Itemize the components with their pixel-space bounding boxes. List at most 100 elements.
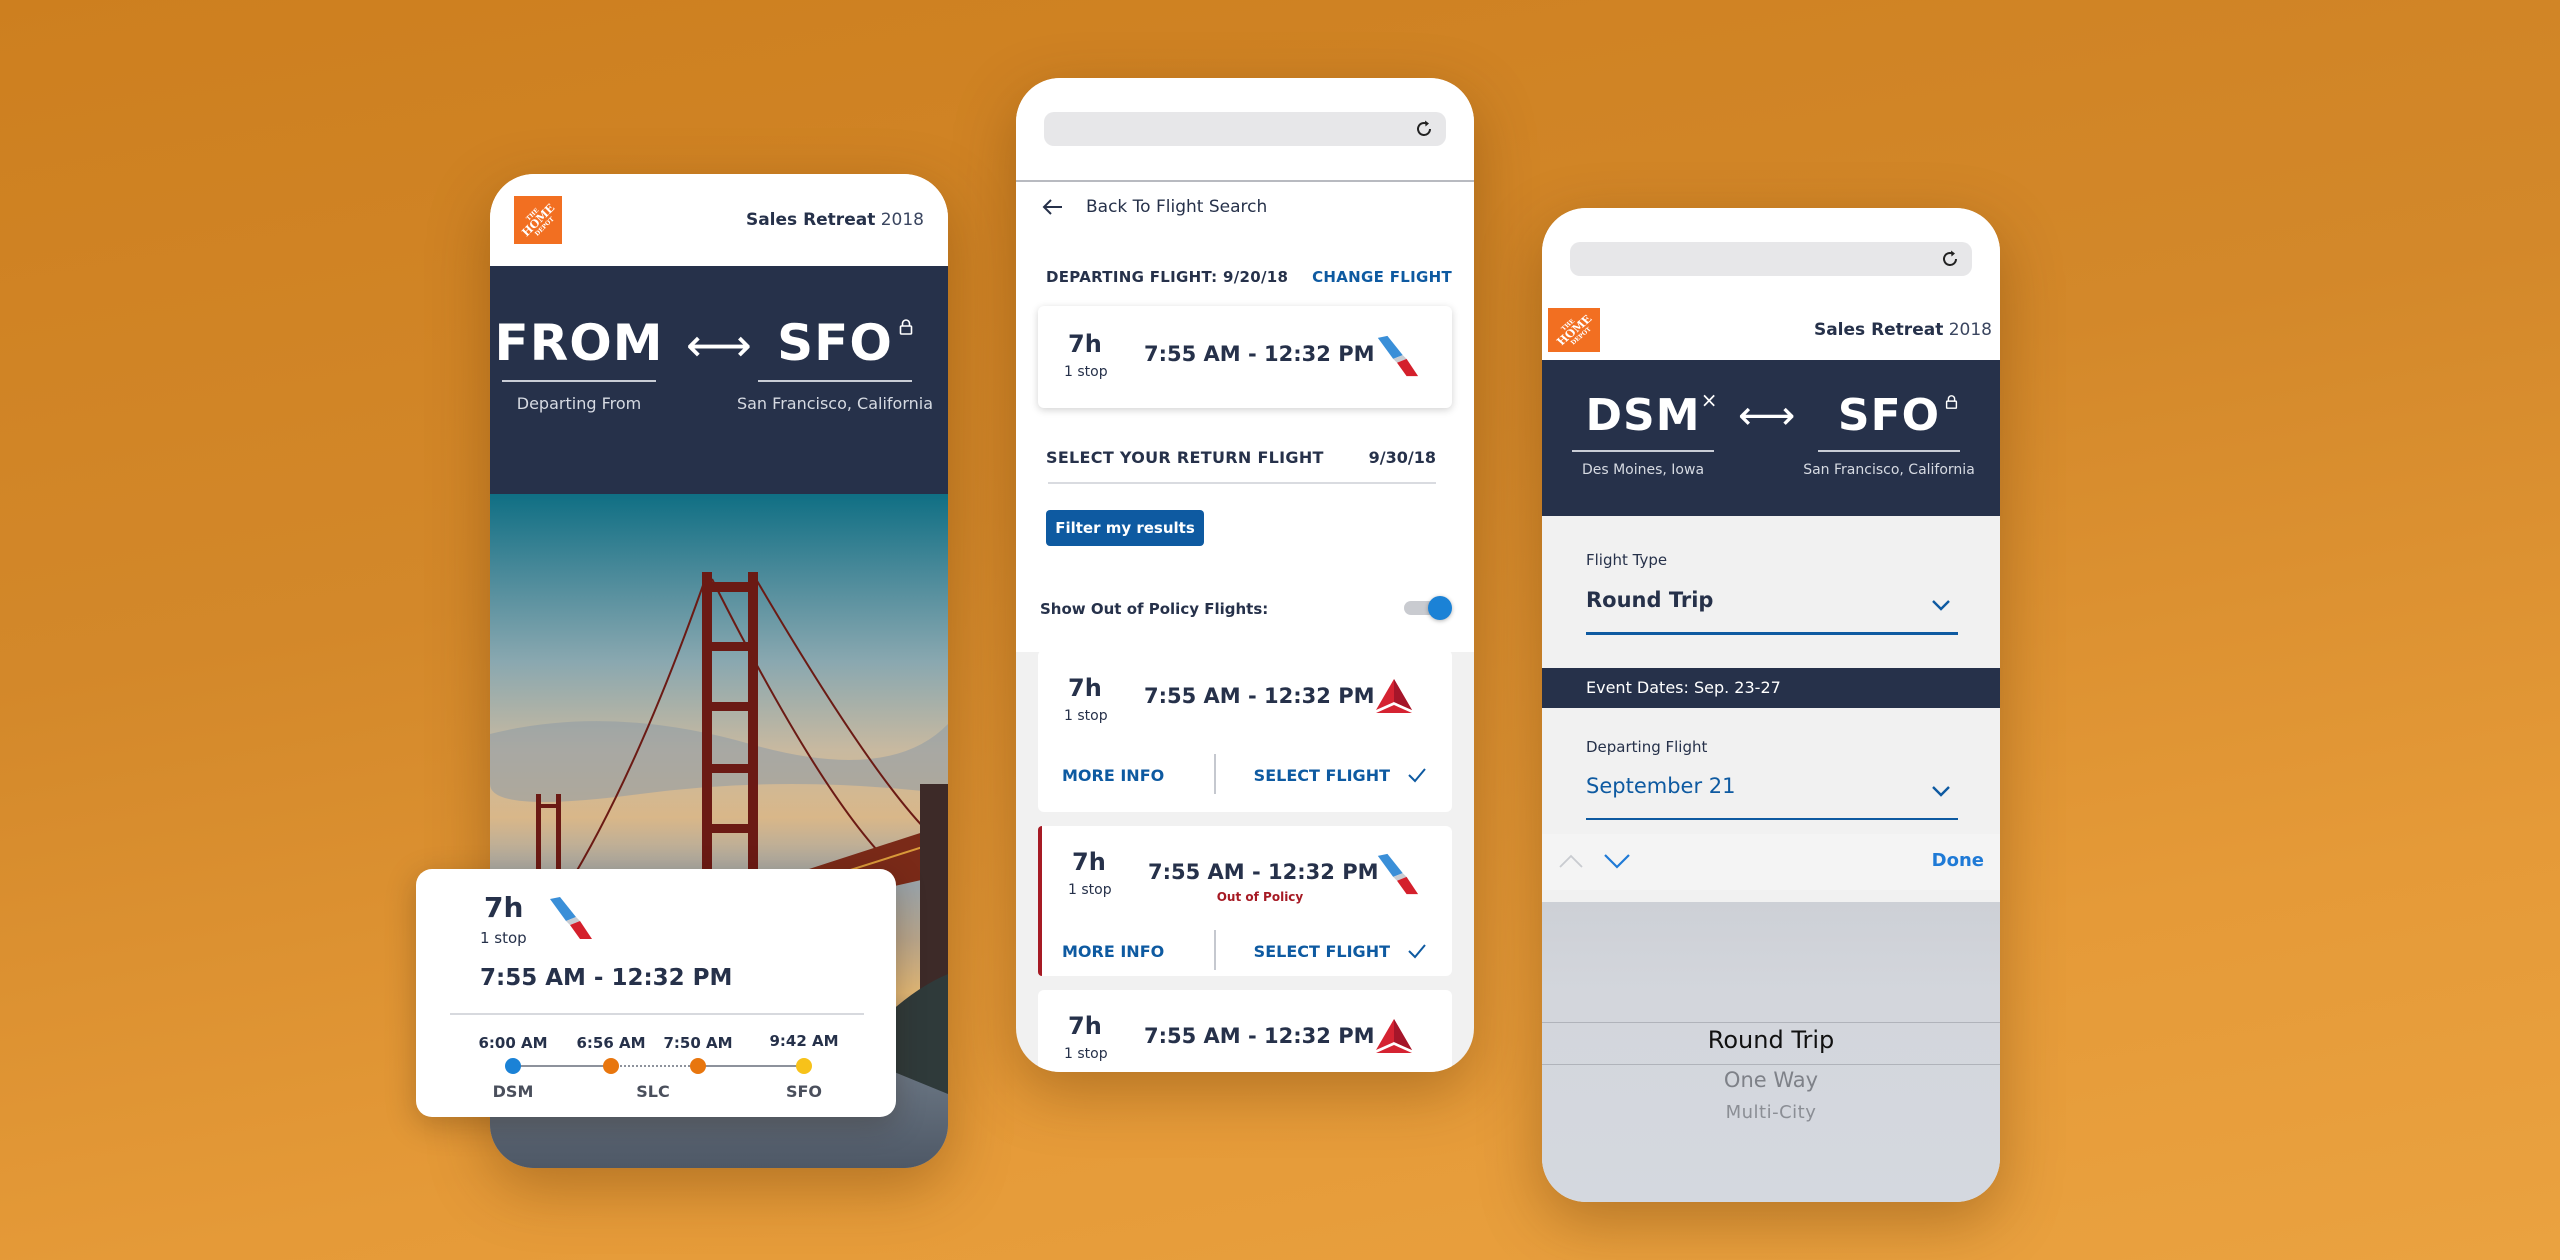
more-info-link[interactable]: MORE INFO (1062, 766, 1164, 785)
origin-dot (505, 1058, 521, 1074)
divider (1048, 482, 1436, 484)
summary-section (1016, 232, 1474, 652)
timeline-segment (698, 1065, 804, 1067)
origin-subtitle: Departing From (516, 394, 642, 413)
previous-field-icon[interactable] (1558, 850, 1584, 872)
flight-stops: 1 stop (1064, 1046, 1108, 1062)
flight-actions: MORE INFO SELECT FLIGHT (1038, 754, 1452, 798)
flight-timeline: 6:00 AM 6:56 AM 7:50 AM 9:42 AM DSM SLC … (416, 1032, 896, 1114)
browser-chrome: THE HOME DEPOT Sales Retreat 2018 (1542, 208, 2000, 360)
american-airlines-logo-icon (1377, 853, 1419, 895)
reload-icon[interactable] (1412, 117, 1436, 141)
flight-result-card[interactable]: 7h 1 stop 7:55 AM - 12:32 PM (1038, 990, 1452, 1072)
back-arrow-icon[interactable] (1040, 194, 1066, 220)
out-of-policy-toggle-label: Show Out of Policy Flights: (1040, 600, 1269, 618)
flight-type-picker[interactable]: Round Trip One Way Multi-City (1542, 902, 2000, 1202)
destination-field[interactable]: SFO San Francisco, California (737, 318, 933, 413)
checkmark-icon[interactable] (1406, 764, 1428, 786)
picker-option[interactable]: Multi-City (1542, 1102, 2000, 1123)
event-year: 2018 (1948, 320, 1992, 340)
next-field-icon[interactable] (1602, 850, 1632, 872)
more-info-link[interactable]: MORE INFO (1062, 942, 1164, 961)
flight-detail-card[interactable]: 7h 1 stop 7:55 AM - 12:32 PM 6:00 AM 6:5… (416, 869, 896, 1117)
departing-label-text: DEPARTING FLIGHT: (1046, 268, 1218, 286)
timeline-airport: SLC (636, 1082, 670, 1101)
checkmark-icon[interactable] (1406, 940, 1428, 962)
timeline-segment (513, 1065, 611, 1067)
change-flight-link[interactable]: CHANGE FLIGHT (1312, 268, 1452, 286)
destination-code-text: SFO (777, 314, 893, 372)
flight-stops: 1 stop (480, 929, 527, 947)
back-to-search-link[interactable]: Back To Flight Search (1016, 182, 1474, 232)
swap-arrow-icon[interactable]: ⟷ (686, 322, 752, 368)
departing-flight-underline (1586, 818, 1958, 820)
home-depot-logo: THE HOME DEPOT (1548, 308, 1600, 352)
american-airlines-logo-icon (550, 897, 592, 939)
flight-duration: 7h (1068, 1012, 1102, 1040)
select-flight-button[interactable]: SELECT FLIGHT (1254, 766, 1390, 785)
departing-date: 9/20/18 (1223, 268, 1289, 286)
chevron-down-icon[interactable] (1930, 780, 1952, 802)
phone-flight-results: Back To Flight Search DEPARTING FLIGHT: … (1016, 78, 1474, 1072)
browser-chrome (1016, 78, 1474, 182)
origin-field[interactable]: DSM × Des Moines, Iowa (1572, 390, 1718, 478)
destination-field[interactable]: SFO San Francisco, California (1803, 394, 1975, 479)
done-button[interactable]: Done (1932, 850, 1984, 871)
picker-option[interactable]: Round Trip (1542, 1026, 2000, 1054)
out-of-policy-toggle[interactable] (1404, 594, 1452, 622)
app-header: THE HOME DEPOT Sales Retreat 2018 (490, 174, 948, 266)
phone-flight-search-form: THE HOME DEPOT Sales Retreat 2018 DSM × De… (1542, 208, 2000, 1202)
picker-option[interactable]: One Way (1542, 1068, 2000, 1092)
flight-result-card[interactable]: 7h 1 stop 7:55 AM - 12:32 PM MORE INFO S… (1038, 650, 1452, 812)
url-bar[interactable] (1570, 242, 1972, 276)
event-name: Sales Retreat (1813, 320, 1944, 340)
picker-selection-bottom (1542, 1064, 2000, 1065)
home-depot-logo: THE HOME DEPOT (514, 196, 562, 244)
destination-code[interactable]: SFO (1838, 394, 1958, 450)
departing-flight-label: Departing Flight (1586, 738, 1708, 756)
lock-icon (1945, 395, 1958, 409)
flight-stops: 1 stop (1064, 708, 1108, 724)
destination-subtitle: San Francisco, California (1803, 462, 1975, 478)
flight-time-range: 7:55 AM - 12:32 PM (1144, 684, 1375, 708)
reload-icon[interactable] (1938, 247, 1962, 271)
divider (450, 1013, 864, 1015)
route-selector: DSM × Des Moines, Iowa ⟷ SFO San Francis… (1542, 360, 2000, 516)
chevron-down-icon[interactable] (1930, 594, 1952, 616)
event-title: Sales Retreat 2018 (1814, 320, 1992, 340)
destination-code[interactable]: SFO (777, 318, 913, 380)
origin-underline (1572, 450, 1714, 452)
origin-underline (502, 380, 656, 382)
event-dates-banner: Event Dates: Sep. 23-27 (1542, 668, 2000, 708)
flight-duration: 7h (1068, 330, 1102, 358)
timeline-airport: SFO (785, 1082, 823, 1101)
url-bar[interactable] (1044, 112, 1446, 146)
timeline-airport: DSM (492, 1082, 534, 1101)
flight-type-label: Flight Type (1586, 551, 1668, 569)
origin-code[interactable]: DSM × (1586, 390, 1718, 450)
flight-time-range: 7:55 AM - 12:32 PM (480, 965, 733, 991)
departing-flight-card[interactable]: 7h 1 stop 7:55 AM - 12:32 PM (1038, 306, 1452, 408)
origin-code-text: DSM (1585, 390, 1701, 441)
clear-origin-icon[interactable]: × (1701, 390, 1719, 410)
event-title: Sales Retreat 2018 (746, 210, 924, 230)
back-link-label[interactable]: Back To Flight Search (1086, 197, 1267, 217)
toggle-knob (1428, 596, 1452, 620)
flight-type-underline (1586, 632, 1958, 635)
select-flight-button[interactable]: SELECT FLIGHT (1254, 942, 1390, 961)
app-header: THE HOME DEPOT Sales Retreat 2018 (1542, 300, 2000, 360)
origin-field[interactable]: FROM Departing From (495, 318, 663, 413)
timeline-time: 6:56 AM (576, 1034, 646, 1052)
american-airlines-logo-icon (1377, 335, 1419, 377)
origin-code[interactable]: FROM (495, 318, 664, 380)
event-year: 2018 (880, 210, 924, 230)
timeline-time: 9:42 AM (769, 1032, 839, 1050)
flight-duration: 7h (1068, 674, 1102, 702)
departing-flight-select[interactable]: September 21 (1586, 774, 1735, 798)
filter-results-button[interactable]: Filter my results (1046, 510, 1204, 546)
swap-arrow-icon[interactable]: ⟷ (1738, 396, 1795, 436)
flight-stops: 1 stop (1064, 364, 1108, 380)
flight-duration: 7h (484, 891, 524, 924)
flight-type-select[interactable]: Round Trip (1586, 588, 1713, 612)
flight-result-card-out-of-policy[interactable]: 7h 1 stop 7:55 AM - 12:32 PM Out of Poli… (1038, 826, 1452, 976)
